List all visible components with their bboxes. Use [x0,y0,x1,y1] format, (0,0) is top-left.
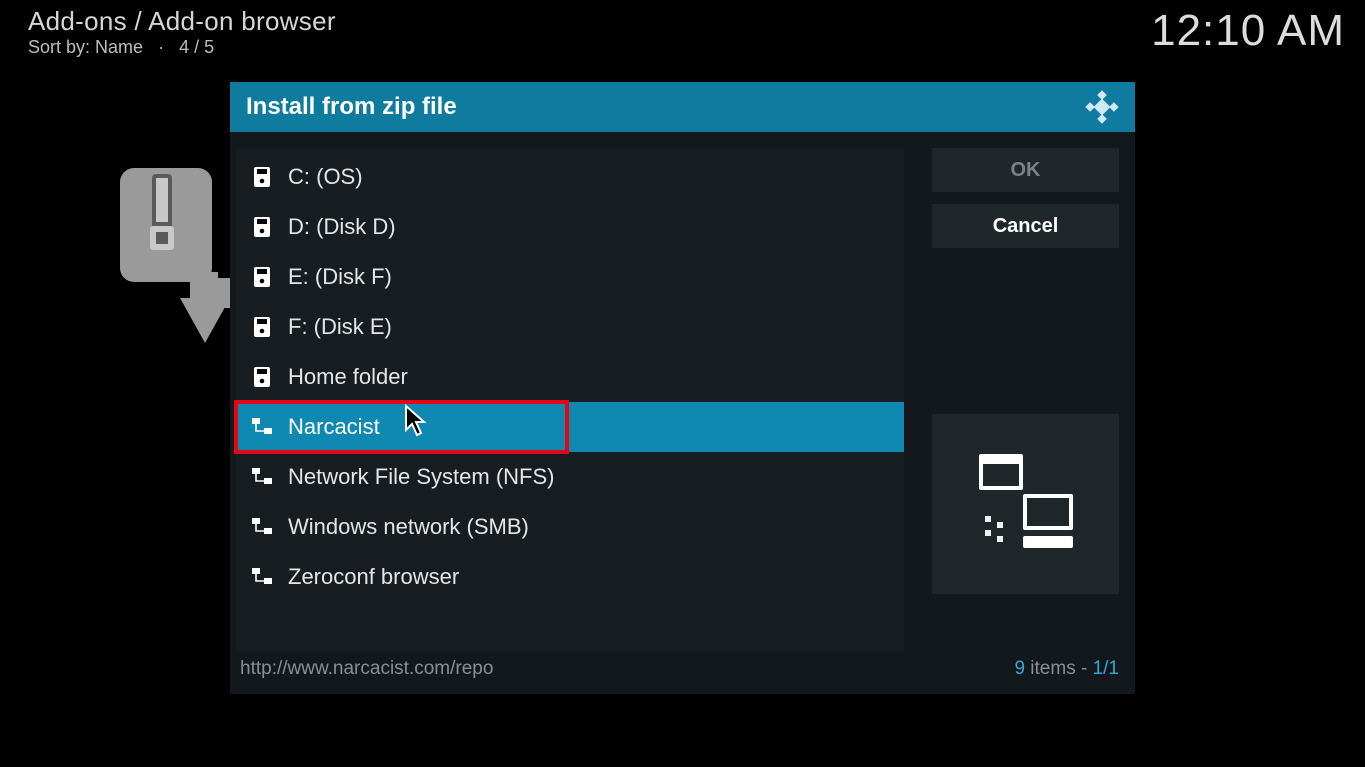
footer-path: http://www.narcacist.com/repo [240,658,493,680]
network-icon [252,518,272,536]
dialog-header: Install from zip file [230,82,1135,132]
footer-count: 9 items - 1/1 [1014,658,1119,680]
file-row-label: D: (Disk D) [288,214,396,240]
file-row[interactable]: C: (OS) [236,152,904,202]
kodi-logo-icon [1085,90,1119,124]
disk-icon [252,216,272,238]
disk-icon [252,166,272,188]
file-row-label: Zeroconf browser [288,564,459,590]
file-row-label: C: (OS) [288,164,363,190]
file-row[interactable]: Windows network (SMB) [236,502,904,552]
cancel-button[interactable]: Cancel [932,204,1119,248]
disk-icon [252,366,272,388]
file-row-label: F: (Disk E) [288,314,392,340]
dialog-title: Install from zip file [246,93,457,121]
ok-button[interactable]: OK [932,148,1119,192]
network-icon [252,468,272,486]
sort-count: 4 / 5 [179,37,214,57]
network-icon [252,568,272,586]
file-list: C: (OS) D: (Disk D) E: (Disk F) F: (Disk E)… [236,148,904,652]
file-row[interactable]: D: (Disk D) [236,202,904,252]
file-row-label: Network File System (NFS) [288,464,554,490]
file-row[interactable]: F: (Disk E) [236,302,904,352]
network-computers-icon [971,454,1081,554]
file-row-label: Home folder [288,364,408,390]
file-row-label: Windows network (SMB) [288,514,529,540]
sort-label: Sort by: Name [28,37,143,57]
disk-icon [252,316,272,338]
file-row-label: Narcacist [288,414,380,440]
file-row[interactable]: E: (Disk F) [236,252,904,302]
red-highlight-box [234,400,569,454]
file-row[interactable]: Narcacist [236,402,904,452]
sort-sep: · [158,37,164,57]
network-icon [252,418,272,436]
file-row[interactable]: Zeroconf browser [236,552,904,602]
install-zip-dialog: Install from zip file C: (OS) D: (Disk D)… [230,82,1135,694]
breadcrumb: Add-ons / Add-on browser [28,6,336,37]
preview-thumbnail [932,414,1119,594]
disk-icon [252,266,272,288]
sort-line: Sort by: Name · 4 / 5 [28,37,336,58]
zip-download-icon [120,168,230,353]
clock: 12:10 AM [1151,6,1345,56]
file-row[interactable]: Home folder [236,352,904,402]
file-row-label: E: (Disk F) [288,264,392,290]
file-row[interactable]: Network File System (NFS) [236,452,904,502]
